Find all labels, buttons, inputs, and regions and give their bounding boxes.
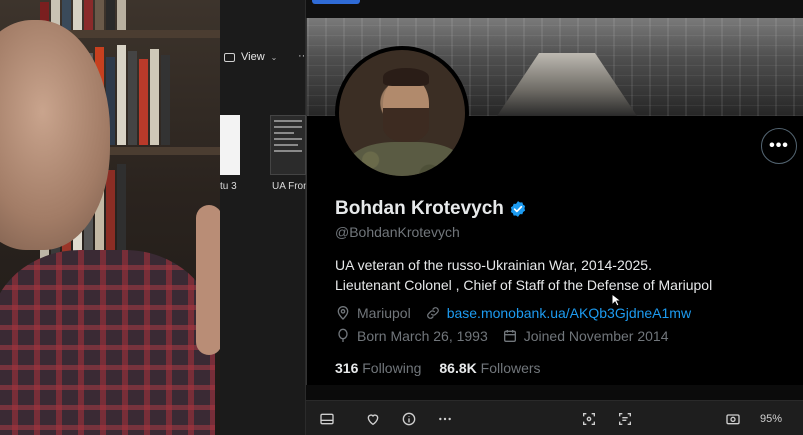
- follow-stats: 316 Following 86.8K Followers: [335, 360, 541, 376]
- photo-viewer-toolbar: 95%: [306, 400, 803, 435]
- camera-button[interactable]: [724, 410, 742, 428]
- more-options-button[interactable]: •••: [761, 128, 797, 164]
- info-button[interactable]: [400, 410, 418, 428]
- joined-item: Joined November 2014: [502, 328, 669, 344]
- joined-text: Joined November 2014: [523, 328, 669, 344]
- following-label: Following: [362, 360, 422, 376]
- profile-bio: UA veteran of the russo-Ukrainian War, 2…: [335, 255, 712, 295]
- avatar[interactable]: [335, 46, 469, 180]
- view-layout-icon: [224, 52, 235, 62]
- calendar-icon: [503, 330, 516, 342]
- balloon-icon: [338, 328, 348, 342]
- explorer-view-menu[interactable]: View ⌄: [220, 40, 306, 74]
- followers-label: Followers: [480, 360, 541, 376]
- bio-line: Lieutenant Colonel , Chief of Staff of t…: [335, 277, 713, 293]
- favorite-button[interactable]: [364, 410, 382, 428]
- profile-meta-row: Mariupol base.monobank.ua/AKQb3GjdneA1mw: [335, 305, 691, 321]
- chevron-down-icon: ⌄: [270, 52, 278, 62]
- avatar-hair: [383, 68, 429, 86]
- slideshow-button[interactable]: [318, 410, 336, 428]
- explorer-more-icon[interactable]: ··: [298, 50, 305, 62]
- profile-name: Bohdan Krotevych: [335, 198, 504, 219]
- followers-count: 86.8K: [439, 360, 477, 376]
- text-scan-button[interactable]: [616, 410, 634, 428]
- link-item[interactable]: base.monobank.ua/AKQb3GjdneA1mw: [425, 305, 691, 321]
- location-item: Mariupol: [335, 305, 411, 321]
- zoom-level[interactable]: 95%: [760, 413, 782, 425]
- link-icon: [426, 307, 439, 319]
- location-pin-icon: [337, 306, 349, 320]
- profile-panel: ••• Bohdan Krotevych @BohdanKrotevych UA…: [306, 18, 803, 385]
- profile-dates-row: Born March 26, 1993 Joined November 2014: [335, 328, 669, 344]
- presenter-jacket: [0, 250, 215, 435]
- file-thumbnail[interactable]: [220, 115, 240, 175]
- active-tab-indicator: [312, 0, 360, 4]
- camera-icon: [726, 414, 740, 425]
- profile-handle: @BohdanKrotevych: [335, 224, 460, 240]
- file-thumbnail[interactable]: [270, 115, 306, 175]
- location-text: Mariupol: [357, 305, 411, 321]
- following-link[interactable]: 316 Following: [335, 360, 421, 376]
- slideshow-icon: [320, 413, 334, 425]
- followers-link[interactable]: 86.8K Followers: [439, 360, 540, 376]
- profile-name-row: Bohdan Krotevych: [335, 198, 527, 220]
- webcam-feed: [0, 0, 220, 435]
- banner-image: [497, 53, 637, 116]
- file-name-label[interactable]: UA Fron: [272, 181, 309, 192]
- text-scan-icon: [619, 413, 631, 425]
- more-icon: [439, 417, 451, 421]
- avatar-beard: [383, 108, 429, 142]
- heart-icon: [367, 414, 379, 426]
- crop-button[interactable]: [580, 410, 598, 428]
- view-menu-label: View: [241, 51, 265, 63]
- presenter-hand: [196, 205, 220, 355]
- profile-link[interactable]: base.monobank.ua/AKQb3GjdneA1mw: [447, 305, 691, 321]
- viewer-top-bar: [306, 0, 803, 18]
- birthday-text: Born March 26, 1993: [357, 328, 488, 344]
- file-explorer-window: View ⌄ ·· tu 3 UA Fron: [220, 0, 309, 435]
- birthday-item: Born March 26, 1993: [335, 328, 488, 344]
- file-name-label[interactable]: tu 3: [220, 181, 237, 192]
- bio-line: UA veteran of the russo-Ukrainian War, 2…: [335, 257, 652, 273]
- books-row-1: [40, 0, 215, 30]
- more-actions-button[interactable]: [436, 410, 454, 428]
- following-count: 316: [335, 360, 359, 376]
- verified-badge-icon[interactable]: [509, 200, 527, 218]
- avatar-uniform: [347, 142, 465, 176]
- info-icon: [402, 412, 416, 426]
- crop-icon: [583, 413, 595, 425]
